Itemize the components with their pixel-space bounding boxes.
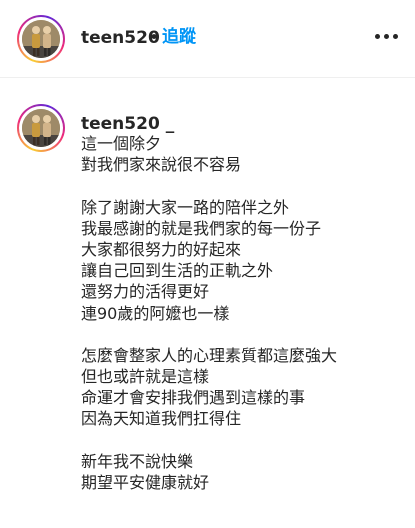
caption-line: 但也或許就是這樣 [81, 367, 210, 387]
caption-line [81, 175, 401, 196]
caption-line: 怎麼會整家人的心理素質都這麼強大 [81, 345, 338, 365]
caption-line: 連90歲的阿嬤也一樣 [81, 303, 230, 323]
caption-line: 對我們家來說很不容易 [81, 155, 242, 175]
caption-line: 期望平安健康就好 [81, 473, 210, 492]
comment-avatar[interactable] [17, 104, 65, 152]
dot-icon [384, 34, 389, 39]
more-options-icon[interactable] [375, 28, 399, 46]
caption-line: 我最感謝的就是我們家的每一份子 [81, 218, 322, 238]
post-header: teen520 • 追蹤 [0, 0, 415, 78]
caption-line: 讓自己回到生活的正軌之外 [81, 261, 274, 281]
avatar-border [19, 106, 63, 150]
caption-line: 因為天知道我們扛得住 [81, 409, 242, 429]
caption-line: 還努力的活得更好 [81, 282, 210, 302]
caption-line: 除了謝謝大家一路的陪伴之外 [81, 197, 290, 217]
avatar-photo [22, 20, 60, 58]
profile-avatar[interactable] [17, 15, 65, 63]
caption-line: 這一個除夕 [81, 134, 162, 153]
follow-button[interactable]: 追蹤 [162, 26, 196, 48]
comment-username[interactable]: teen520 _ [81, 113, 174, 135]
caption-line [81, 324, 401, 345]
caption-line: 大家都很努力的好起來 [81, 239, 242, 259]
avatar-photo [22, 109, 60, 147]
caption-text: 這一個除夕 對我們家來說很不容易 除了謝謝大家一路的陪伴之外 我最感謝的就是我們… [81, 133, 401, 493]
separator-dot: • [149, 28, 160, 48]
dot-icon [393, 34, 398, 39]
avatar-border [19, 17, 63, 61]
caption-line [81, 430, 401, 451]
dot-icon [375, 34, 380, 39]
caption-line: 命運才會安排我們遇到這樣的事 [81, 388, 306, 408]
header-username[interactable]: teen520 [81, 27, 160, 49]
caption-line: 新年我不說快樂 [81, 451, 194, 471]
